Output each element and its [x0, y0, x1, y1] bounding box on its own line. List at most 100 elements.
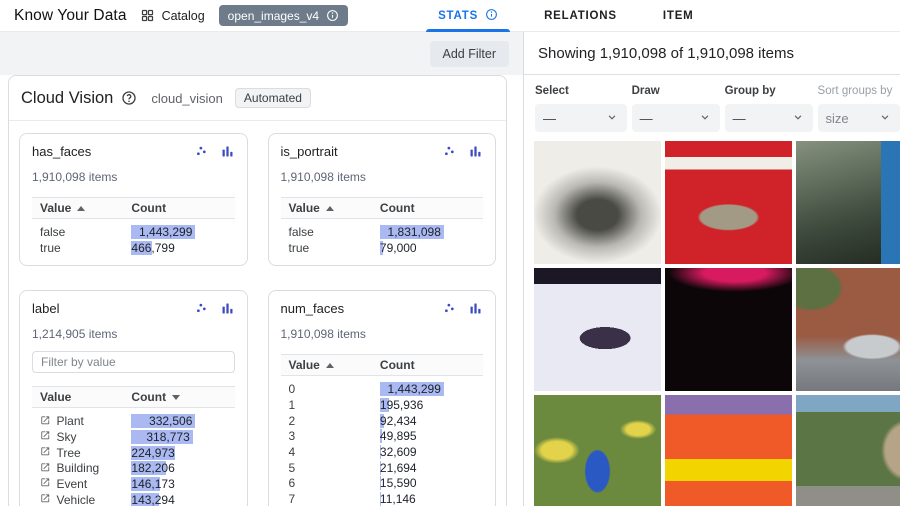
- help-icon[interactable]: [121, 90, 137, 106]
- tab-item[interactable]: ITEM: [651, 0, 706, 32]
- value-count-table: ValueCountPlant332,506Sky318,773Tree224,…: [32, 386, 235, 506]
- dataset-chip-label: open_images_v4: [228, 9, 319, 23]
- image-tile[interactable]: [534, 268, 661, 391]
- open-in-new-icon: [40, 493, 51, 506]
- value-label: 7: [289, 492, 296, 506]
- count-value: 92,434: [380, 414, 420, 428]
- table-row: Event146,173: [32, 476, 235, 492]
- dropdown-value: size: [826, 111, 849, 126]
- value-cell[interactable]: Plant: [40, 414, 131, 428]
- column-header-value[interactable]: Value: [40, 390, 131, 404]
- value-cell: true: [40, 241, 131, 255]
- value-cell: 3: [289, 429, 380, 443]
- count-value: 11,146: [380, 492, 419, 506]
- card-title: is_portrait: [281, 144, 443, 159]
- dropdown-select[interactable]: —: [535, 104, 627, 132]
- dropdown-group-by[interactable]: —: [725, 104, 813, 132]
- table-row: Tree224,973: [32, 445, 235, 461]
- count-value: 32,609: [380, 445, 420, 459]
- column-header-count[interactable]: Count: [380, 358, 415, 372]
- value-count-table: ValueCountfalse1,443,299true466,799: [32, 197, 235, 255]
- table-row: Vehicle 143,294: [32, 492, 235, 506]
- image-tile[interactable]: [665, 395, 792, 506]
- count-bar: 79,000: [380, 241, 444, 255]
- image-tile[interactable]: [534, 141, 661, 264]
- chevron-down-icon: [605, 110, 619, 127]
- dropdown-draw[interactable]: —: [632, 104, 720, 132]
- image-tile[interactable]: [665, 268, 792, 391]
- column-header-count[interactable]: Count: [131, 390, 180, 404]
- add-filter-button[interactable]: Add Filter: [430, 41, 510, 67]
- scatter-plot-icon[interactable]: [442, 144, 457, 164]
- count-value: 49,895: [380, 429, 420, 443]
- dropdown-sort-groups-by: size: [818, 104, 900, 132]
- image-tile[interactable]: [796, 395, 900, 506]
- bar-chart-icon[interactable]: [220, 301, 235, 321]
- column-header-count[interactable]: Count: [131, 201, 166, 215]
- browser-controls: Select—Draw—Group by—Sort groups bysize: [524, 75, 900, 141]
- tab-stats[interactable]: STATS: [426, 0, 510, 32]
- open-in-new-icon: [40, 414, 51, 428]
- count-value: 1,443,299: [131, 225, 195, 239]
- scatter-plot-icon[interactable]: [194, 144, 209, 164]
- info-icon[interactable]: [485, 8, 498, 24]
- stat-card-label: label1,214,905 itemsValueCountPlant332,5…: [19, 290, 248, 506]
- value-cell[interactable]: Vehicle: [40, 493, 131, 506]
- control-label: Sort groups by: [818, 85, 900, 97]
- value-label: 2: [289, 414, 296, 428]
- image-tile[interactable]: [534, 395, 661, 506]
- card-title: label: [32, 301, 194, 316]
- count-value: 15,590: [380, 476, 420, 490]
- control-sort-groups-by: Sort groups by size: [818, 85, 900, 132]
- count-value: 21,694: [380, 461, 420, 475]
- count-bar: 318,773: [131, 430, 195, 444]
- table-row: 7 11,146: [281, 491, 484, 506]
- image-tile[interactable]: [665, 141, 792, 264]
- bar-chart-icon[interactable]: [220, 144, 235, 164]
- table-row: 615,590: [281, 476, 484, 492]
- column-header-count[interactable]: Count: [380, 201, 415, 215]
- column-header-value[interactable]: Value: [289, 358, 380, 372]
- count-value: 1,831,098: [380, 225, 444, 239]
- column-header-value[interactable]: Value: [40, 201, 131, 215]
- card-item-count: 1,910,098 items: [281, 327, 484, 341]
- bar-chart-icon[interactable]: [468, 301, 483, 321]
- scatter-plot-icon[interactable]: [442, 301, 457, 321]
- value-cell[interactable]: Tree: [40, 446, 131, 460]
- value-label: Plant: [57, 414, 84, 428]
- card-view-toggles: [442, 301, 483, 321]
- chevron-down-icon: [878, 110, 892, 127]
- count-bar: 466,799: [131, 241, 195, 255]
- value-cell: 4: [289, 445, 380, 459]
- count-value: 182,206: [131, 461, 177, 475]
- dataset-chip[interactable]: open_images_v4: [219, 5, 348, 26]
- value-label: true: [289, 241, 310, 255]
- tab-relations[interactable]: RELATIONS: [532, 0, 629, 32]
- bar-chart-icon[interactable]: [468, 144, 483, 164]
- card-view-toggles: [442, 144, 483, 164]
- value-cell[interactable]: Sky: [40, 430, 131, 444]
- count-bar: 15,590: [380, 476, 444, 490]
- table-row: 432,609: [281, 444, 484, 460]
- catalog-button[interactable]: Catalog: [140, 8, 205, 23]
- count-bar: 143,294: [131, 493, 195, 506]
- control-group-by: Group by—: [725, 85, 813, 132]
- value-filter-input[interactable]: [32, 351, 235, 373]
- value-cell[interactable]: Event: [40, 477, 131, 491]
- column-label: Value: [289, 358, 320, 372]
- info-icon[interactable]: [326, 9, 339, 22]
- value-cell: false: [40, 225, 131, 239]
- section-title: Cloud Vision: [21, 89, 113, 108]
- card-view-toggles: [194, 144, 235, 164]
- table-body: 01,443,2991195,936292,434349,895432,6095…: [281, 376, 484, 506]
- table-header-row: ValueCount: [32, 386, 235, 408]
- count-bar: 1,443,299: [380, 382, 444, 396]
- value-cell[interactable]: Building: [40, 461, 131, 475]
- image-tile[interactable]: [796, 268, 900, 391]
- tab-label: STATS: [438, 10, 478, 22]
- section-id: cloud_vision: [151, 91, 223, 106]
- value-label: Vehicle: [57, 493, 96, 506]
- column-header-value[interactable]: Value: [289, 201, 380, 215]
- scatter-plot-icon[interactable]: [194, 301, 209, 321]
- image-tile[interactable]: [796, 141, 900, 264]
